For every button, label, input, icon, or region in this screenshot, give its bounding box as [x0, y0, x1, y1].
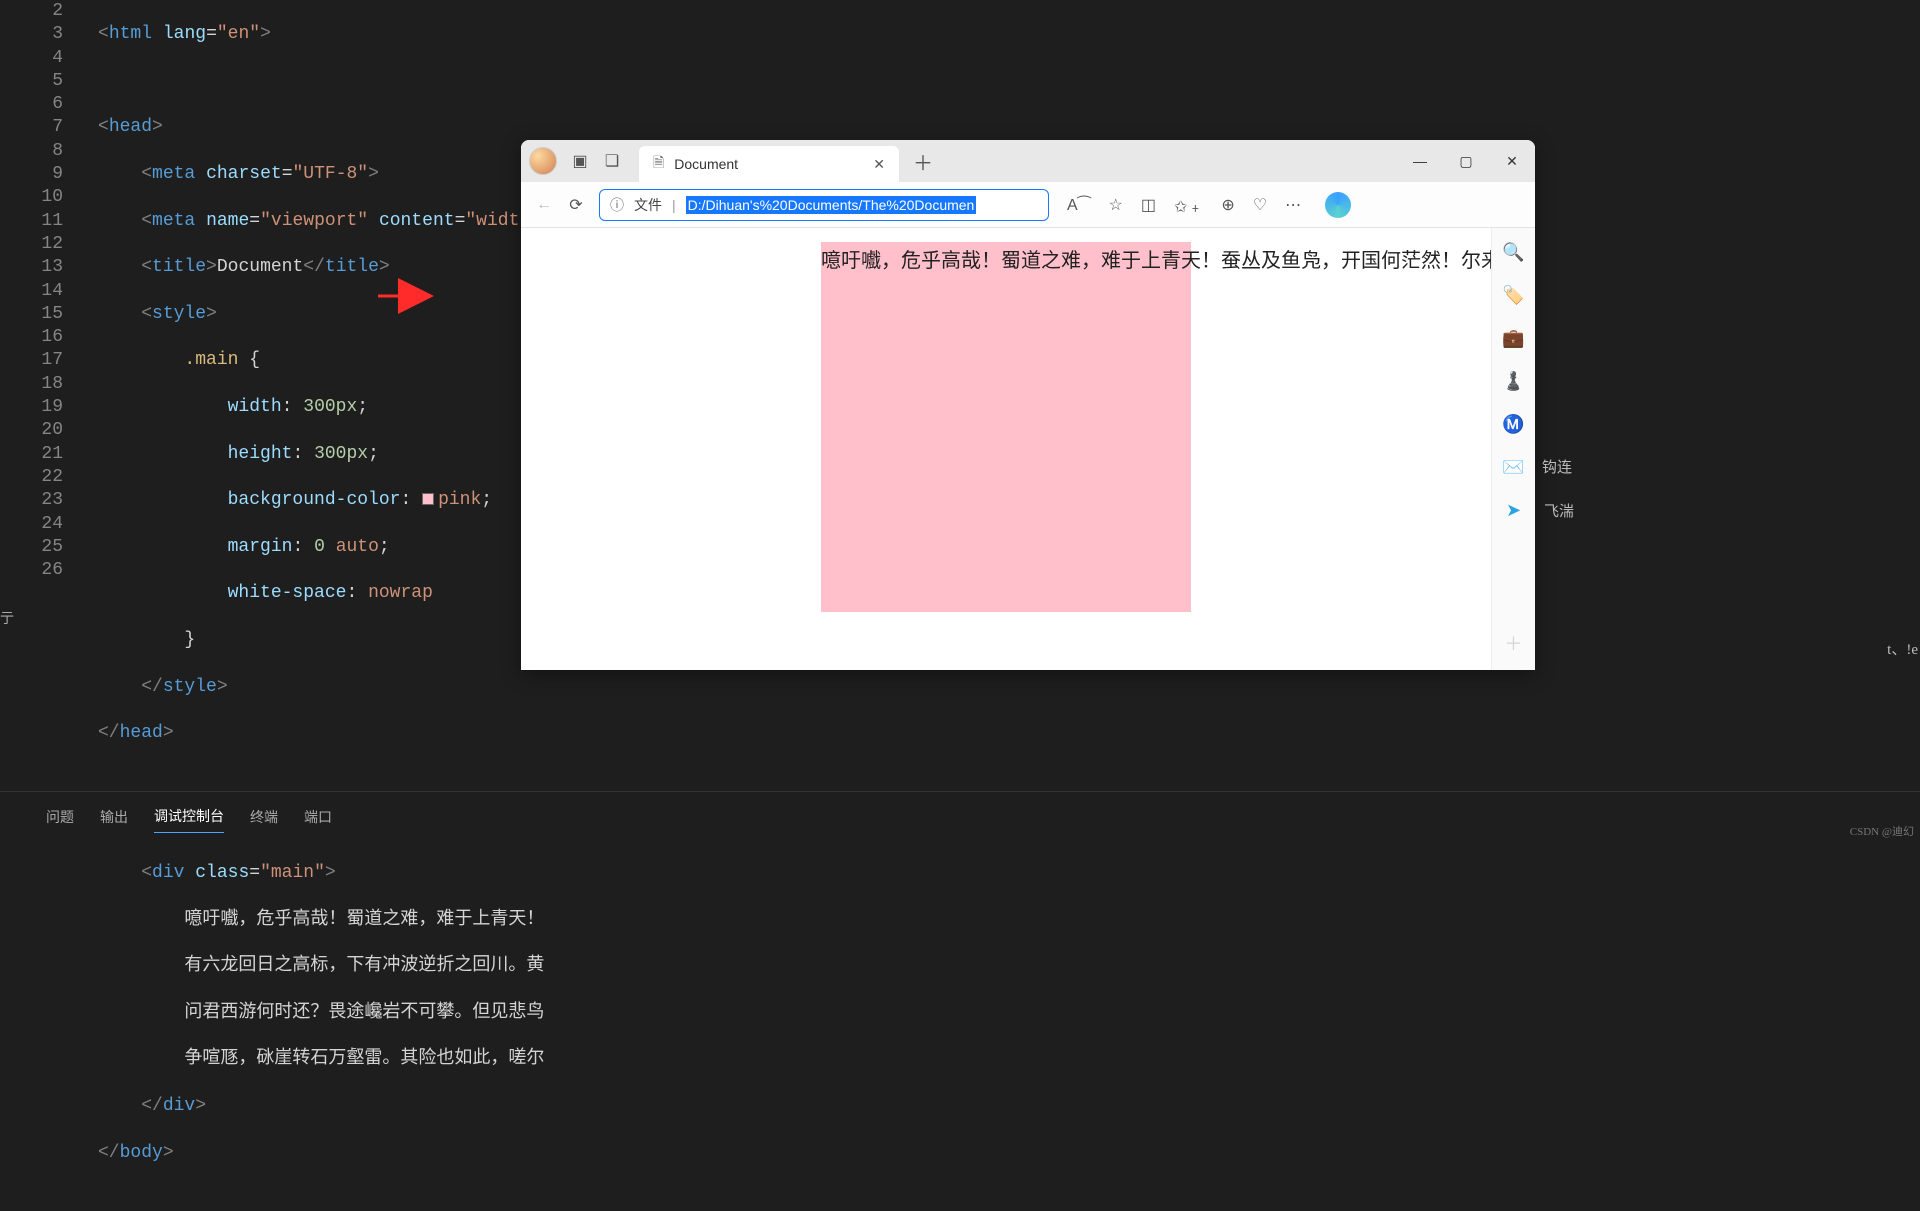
split-screen-icon[interactable]: ◫ [1141, 195, 1156, 215]
line-number: 13 [0, 256, 63, 279]
line-number: 4 [0, 47, 63, 70]
outlook-icon[interactable]: ✉️ [1502, 457, 1524, 478]
close-tab-icon[interactable]: ✕ [873, 156, 885, 173]
profile-avatar[interactable] [529, 147, 557, 175]
browser-tab[interactable]: 🗎 Document ✕ [639, 146, 899, 182]
tab-title: Document [674, 156, 863, 172]
favorites-bar-icon[interactable]: ✩﹢ [1174, 193, 1203, 217]
stray-text: 飞湍 [1544, 500, 1574, 521]
stray-text: 钩连 [1542, 456, 1572, 477]
panel-tab-terminal[interactable]: 终端 [250, 801, 278, 833]
tab-actions-icon[interactable]: ❏ [603, 152, 621, 170]
new-tab-button[interactable]: ＋ [913, 147, 933, 176]
workspaces-icon[interactable]: ▣ [571, 152, 589, 170]
panel-tab-ports[interactable]: 端口 [304, 801, 332, 833]
line-number: 23 [0, 489, 63, 512]
more-icon[interactable]: ⋯ [1285, 195, 1301, 215]
line-gutter: 2 3 4 5 6 7 8 9 10 11 12 13 14 15 16 17 … [0, 0, 85, 582]
minimize-button[interactable]: — [1397, 140, 1443, 182]
line-number: 9 [0, 163, 63, 186]
url-scheme-label: 文件 [634, 195, 662, 215]
line-number: 20 [0, 419, 63, 442]
browser-titlebar: ▣ ❏ 🗎 Document ✕ ＋ — ▢ ✕ [521, 140, 1535, 182]
line-number: 6 [0, 93, 63, 116]
telegram-icon[interactable]: ➤ [1506, 500, 1521, 521]
search-icon[interactable]: 🔍 [1502, 242, 1524, 263]
site-info-icon[interactable]: ⓘ [610, 195, 624, 215]
browser-window: ▣ ❏ 🗎 Document ✕ ＋ — ▢ ✕ ← ⟳ ⓘ 文件 | D:/D… [521, 140, 1535, 670]
line-number: 19 [0, 396, 63, 419]
read-aloud-icon[interactable]: A⁀ [1067, 195, 1091, 215]
copilot-icon[interactable] [1325, 192, 1351, 218]
favorite-icon[interactable]: ☆ [1109, 195, 1123, 215]
line-number: 25 [0, 536, 63, 559]
line-number: 14 [0, 280, 63, 303]
url-text-selected: D:/Dihuan's%20Documents/The%20Documen [686, 196, 977, 214]
line-number: 16 [0, 326, 63, 349]
close-window-button[interactable]: ✕ [1489, 140, 1535, 182]
add-sidebar-icon[interactable]: ＋ [1505, 630, 1523, 656]
rendered-page: 噫吁嚱，危乎高哉！蜀道之难，难于上青天！蚕丛及鱼凫，开国何茫然！尔来 [521, 228, 1491, 670]
url-separator: | [672, 197, 676, 213]
line-number: 12 [0, 233, 63, 256]
line-number: 10 [0, 186, 63, 209]
browser-viewport: 噫吁嚱，危乎高哉！蜀道之难，难于上青天！蚕丛及鱼凫，开国何茫然！尔来 🔍 🏷️ … [521, 228, 1535, 670]
maximize-button[interactable]: ▢ [1443, 140, 1489, 182]
panel-tab-output[interactable]: 输出 [100, 801, 128, 833]
line-number: 2 [0, 0, 63, 23]
line-number: 3 [0, 23, 63, 46]
microsoft-365-icon[interactable]: Ⓜ️ [1502, 414, 1524, 435]
line-number: 8 [0, 140, 63, 163]
main-div: 噫吁嚱，危乎高哉！蜀道之难，难于上青天！蚕丛及鱼凫，开国何茫然！尔来 [821, 242, 1191, 612]
line-number: 24 [0, 513, 63, 536]
line-number: 15 [0, 303, 63, 326]
watermark: CSDN @迪幻 [1850, 823, 1914, 839]
tools-icon[interactable]: 💼 [1502, 328, 1524, 349]
page-text: 噫吁嚱，危乎高哉！蜀道之难，难于上青天！蚕丛及鱼凫，开国何茫然！尔来 [821, 250, 1501, 272]
stray-text: 亍 [0, 608, 14, 628]
address-bar-row: ← ⟳ ⓘ 文件 | D:/Dihuan's%20Documents/The%2… [521, 182, 1535, 228]
address-bar[interactable]: ⓘ 文件 | D:/Dihuan's%20Documents/The%20Doc… [599, 189, 1049, 221]
line-number: 21 [0, 443, 63, 466]
document-icon: 🗎 [653, 152, 664, 176]
line-number: 11 [0, 210, 63, 233]
stray-text: t、!e [1887, 638, 1918, 659]
line-number: 17 [0, 349, 63, 372]
back-icon[interactable]: ← [535, 196, 553, 214]
shopping-icon[interactable]: 🏷️ [1502, 285, 1524, 306]
panel-tab-problems[interactable]: 问题 [46, 801, 74, 833]
panel-tab-debug-console[interactable]: 调试控制台 [154, 800, 224, 833]
window-controls: — ▢ ✕ [1397, 140, 1535, 182]
line-number: 18 [0, 373, 63, 396]
collections-icon[interactable]: ⊕ [1221, 195, 1234, 215]
bottom-panel: 问题 输出 调试控制台 终端 端口 [0, 791, 1920, 841]
performance-icon[interactable]: ♡ [1253, 195, 1267, 215]
line-number: 26 [0, 559, 63, 582]
line-number: 7 [0, 116, 63, 139]
games-icon[interactable]: ♟️ [1502, 371, 1524, 392]
edge-sidebar: 🔍 🏷️ 💼 ♟️ Ⓜ️ ✉️ ➤ ＋ [1491, 228, 1535, 670]
refresh-icon[interactable]: ⟳ [567, 195, 585, 215]
line-number: 22 [0, 466, 63, 489]
line-number: 5 [0, 70, 63, 93]
